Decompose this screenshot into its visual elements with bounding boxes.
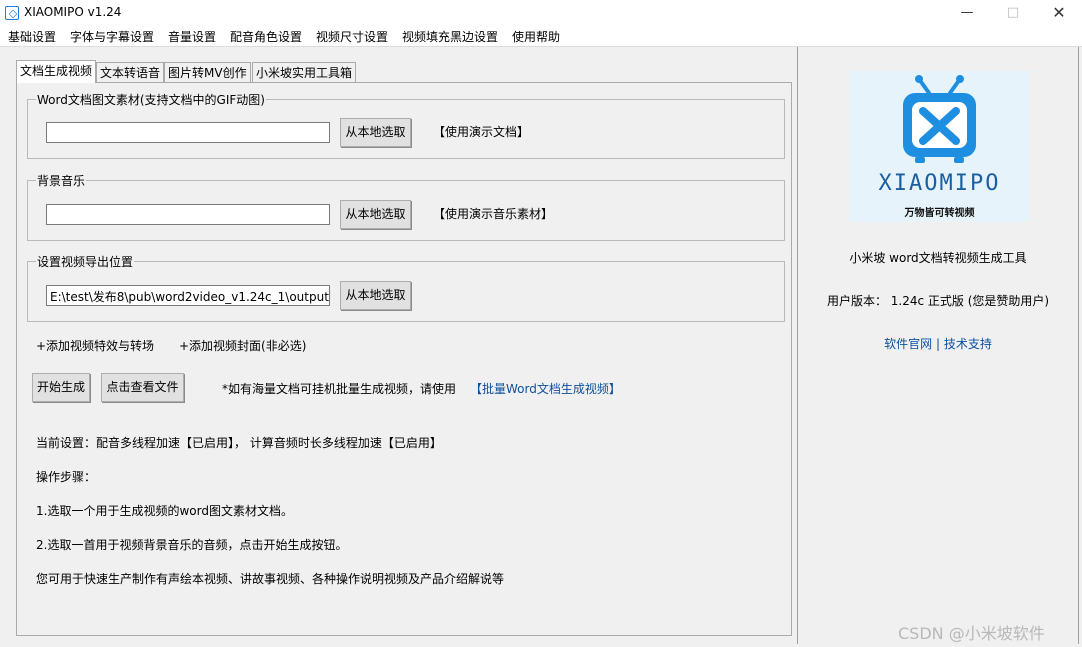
info-sidebar: XIAOMIPO 万物皆可转视频 小米坡 word文档转视频生成工具 用户版本：… (797, 47, 1079, 644)
background-music-group: 背景音乐 从本地选取 【使用演示音乐素材】 (27, 172, 785, 241)
logo-slogan: 万物皆可转视频 (904, 208, 975, 219)
batch-generate-link[interactable]: 【批量Word文档生成视频】 (470, 380, 621, 397)
batch-note: *如有海量文档可挂机批量生成视频，请使用 (222, 382, 457, 396)
app-icon (5, 6, 19, 20)
logo-wordmark: XIAOMIPO (878, 171, 1001, 196)
music-file-input[interactable] (46, 204, 330, 225)
demo-doc-link[interactable]: 【使用演示文档】 (433, 123, 529, 140)
menu-help[interactable]: 使用帮助 (512, 28, 560, 45)
tab-text-to-speech[interactable]: 文本转语音 (96, 62, 165, 82)
steps-title: 操作步骤： (36, 470, 97, 484)
tech-support-link[interactable]: 技术支持 (944, 337, 992, 351)
output-path-input[interactable]: E:\test\发布8\pub\word2video_v1.24c_1\outp… (46, 285, 330, 306)
add-effects-link[interactable]: +添加视频特效与转场 (36, 337, 154, 354)
menu-basic-settings[interactable]: 基础设置 (8, 28, 56, 45)
menu-voice-role-settings[interactable]: 配音角色设置 (230, 28, 302, 45)
tab-image-to-mv[interactable]: 图片转MV创作 (164, 62, 251, 82)
maximize-button[interactable]: □ (990, 0, 1036, 26)
output-browse-button[interactable]: 从本地选取 (340, 281, 411, 310)
step-1-text: 1.选取一个用于生成视频的word图文素材文档。 (36, 504, 293, 518)
menu-bar: 基础设置 字体与字幕设置 音量设置 配音角色设置 视频尺寸设置 视频填充黑边设置… (0, 26, 1082, 47)
tab-doc-to-video[interactable]: 文档生成视频 (16, 60, 97, 83)
view-files-button[interactable]: 点击查看文件 (101, 373, 184, 402)
demo-music-link[interactable]: 【使用演示音乐素材】 (433, 205, 553, 222)
product-name: 小米坡 word文档转视频生成工具 (849, 251, 1027, 265)
tab-toolbox[interactable]: 小米坡实用工具箱 (252, 62, 357, 82)
close-button[interactable]: ✕ (1036, 0, 1082, 26)
links-row: 软件官网 | 技术支持 (798, 335, 1078, 352)
step-2-text: 2.选取一首用于视频背景音乐的音频，点击开始生成按钮。 (36, 538, 348, 552)
output-location-group: 设置视频导出位置 E:\test\发布8\pub\word2video_v1.2… (27, 253, 785, 322)
tv-icon (903, 75, 976, 163)
add-cover-link[interactable]: +添加视频封面(非必选) (179, 337, 306, 354)
usage-text: 您可用于快速生产制作有声绘本视频、讲故事视频、各种操作说明视频及产品介绍解说等 (36, 572, 505, 586)
menu-video-size-settings[interactable]: 视频尺寸设置 (316, 28, 388, 45)
output-location-label: 设置视频导出位置 (36, 253, 135, 270)
start-generate-button[interactable]: 开始生成 (32, 373, 90, 402)
title-bar: XIAOMIPO v1.24 — □ ✕ (0, 0, 1082, 26)
main-panel: 文档生成视频 文本转语音 图片转MV创作 小米坡实用工具箱 Word文档图文素材… (8, 50, 794, 641)
link-separator: | (935, 337, 941, 351)
tab-content: Word文档图文素材(支持文档中的GIF动图) 从本地选取 【使用演示文档】 背… (16, 82, 792, 636)
menu-black-border-settings[interactable]: 视频填充黑边设置 (402, 28, 498, 45)
current-settings-text: 当前设置：配音多线程加速【已启用】， 计算音频时长多线程加速【已启用】 (36, 436, 442, 450)
product-logo: XIAOMIPO 万物皆可转视频 (849, 71, 1030, 222)
music-browse-button[interactable]: 从本地选取 (340, 200, 411, 229)
csdn-watermark: CSDN @小米坡软件 (898, 624, 1045, 643)
word-material-group: Word文档图文素材(支持文档中的GIF动图) 从本地选取 【使用演示文档】 (27, 91, 785, 159)
background-music-label: 背景音乐 (36, 172, 87, 189)
window-title: XIAOMIPO v1.24 (24, 5, 122, 19)
menu-font-subtitle-settings[interactable]: 字体与字幕设置 (70, 28, 154, 45)
official-site-link[interactable]: 软件官网 (884, 337, 932, 351)
word-material-label: Word文档图文素材(支持文档中的GIF动图) (36, 91, 266, 108)
menu-volume-settings[interactable]: 音量设置 (168, 28, 216, 45)
word-file-input[interactable] (46, 122, 330, 143)
version-text: 用户版本： 1.24c 正式版 (您是赞助用户) (826, 294, 1050, 308)
minimize-button[interactable]: — (944, 0, 990, 26)
word-browse-button[interactable]: 从本地选取 (340, 118, 411, 147)
